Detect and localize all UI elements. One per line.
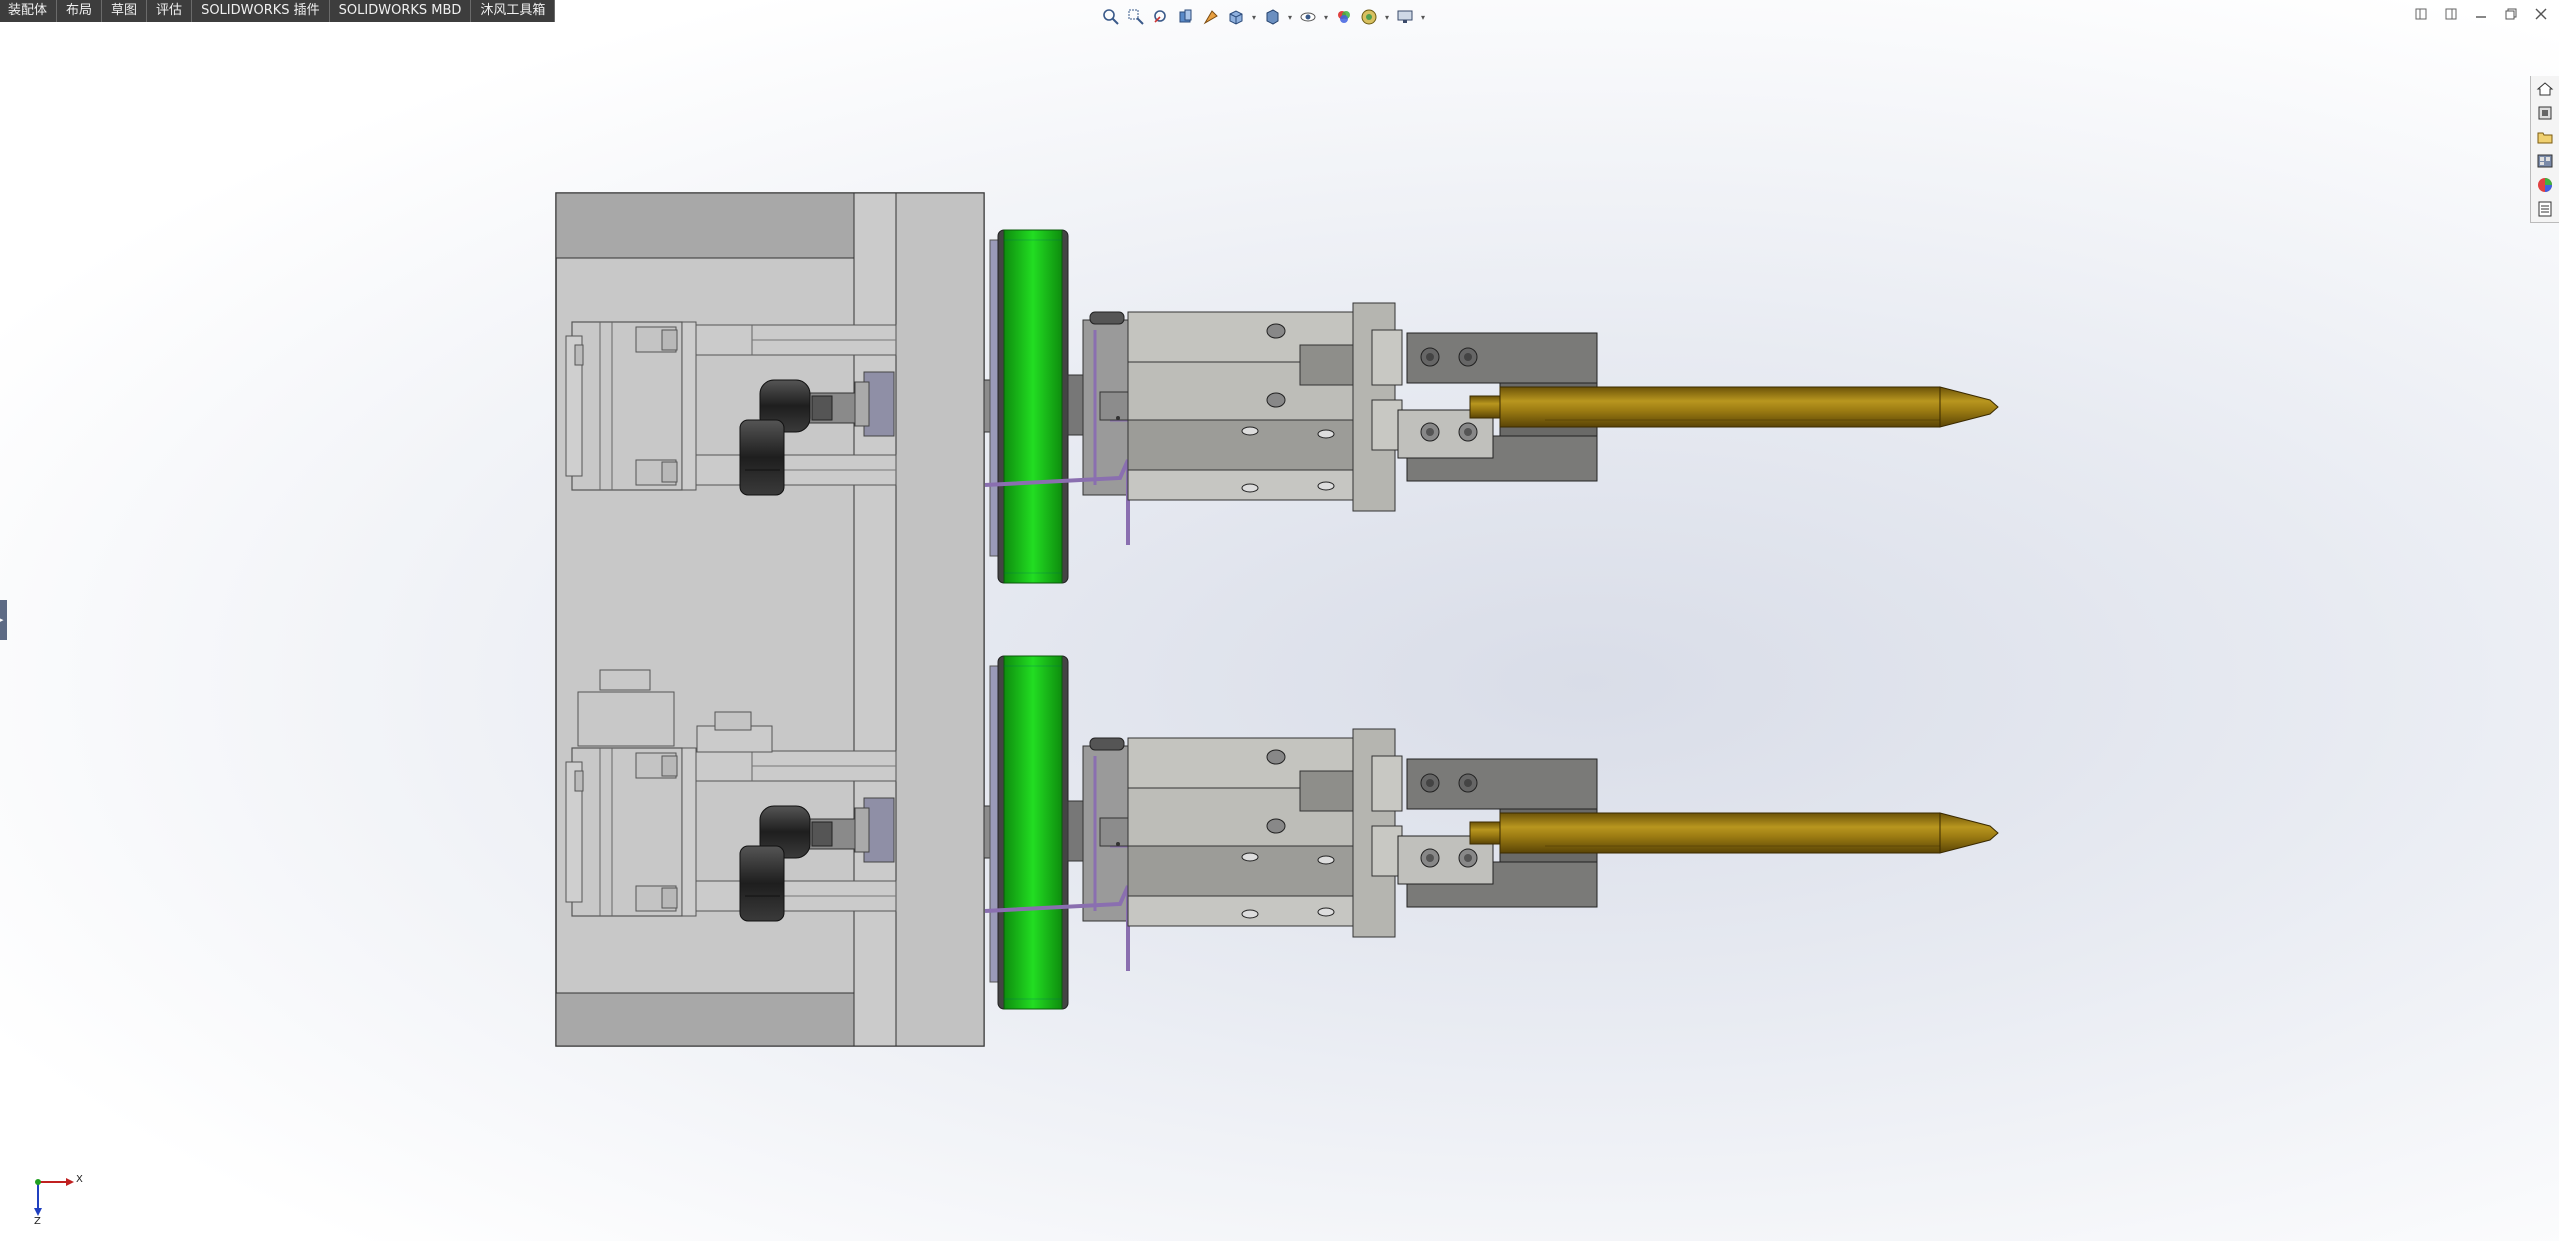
chevron-down-icon[interactable]: ▾ [1286,6,1294,28]
maximize-icon[interactable] [2501,4,2521,24]
chevron-right-icon: ▸ [0,616,4,624]
restore-left-icon[interactable] [2411,4,2431,24]
tab-evaluate[interactable]: 评估 [147,0,193,22]
tab-mufeng-toolbox[interactable]: 沐风工具箱 [471,0,556,22]
hide-show-items-icon[interactable] [1297,6,1319,28]
chevron-down-icon[interactable]: ▾ [1250,6,1258,28]
close-icon[interactable] [2531,4,2551,24]
chevron-down-icon[interactable]: ▾ [1383,6,1391,28]
custom-properties-icon[interactable] [2532,198,2558,220]
tab-solidworks-mbd[interactable]: SOLIDWORKS MBD [330,0,472,22]
model-viewport[interactable] [0,0,2559,1241]
tab-assembly[interactable]: 装配体 [0,0,58,22]
tab-sketch[interactable]: 草图 [102,0,148,22]
command-manager-tabs: 装配体 布局 草图 评估 SOLIDWORKS 插件 SOLIDWORKS MB… [0,0,556,22]
x-axis-label: X [76,1174,83,1185]
zoom-to-area-icon[interactable] [1125,6,1147,28]
minimize-icon[interactable] [2471,4,2491,24]
appearances-icon[interactable] [2532,174,2558,196]
restore-right-icon[interactable] [2441,4,2461,24]
reference-triad: X Z [26,1170,86,1230]
tab-solidworks-addins[interactable]: SOLIDWORKS 插件 [192,0,330,22]
dynamic-annotation-icon[interactable] [1200,6,1222,28]
apply-scene-icon[interactable] [1358,6,1380,28]
view-orientation-icon[interactable] [1225,6,1247,28]
tab-layout[interactable]: 布局 [57,0,103,22]
view-palette-icon[interactable] [2532,150,2558,172]
solidworks-resources-icon[interactable] [2532,78,2558,100]
display-style-icon[interactable] [1261,6,1283,28]
edit-appearance-icon[interactable] [1333,6,1355,28]
zoom-to-fit-icon[interactable] [1100,6,1122,28]
section-view-icon[interactable] [1175,6,1197,28]
heads-up-view-toolbar: ▾ ▾ ▾ ▾ ▾ [1100,4,1427,30]
previous-view-icon[interactable] [1150,6,1172,28]
design-library-icon[interactable] [2532,102,2558,124]
file-explorer-icon[interactable] [2532,126,2558,148]
task-pane [2530,76,2559,223]
view-settings-icon[interactable] [1394,6,1416,28]
chevron-down-icon[interactable]: ▾ [1419,6,1427,28]
feature-tree-flyout-handle[interactable]: ▸ [0,600,7,640]
z-axis-label: Z [34,1216,41,1227]
window-controls [2411,4,2551,24]
chevron-down-icon[interactable]: ▾ [1322,6,1330,28]
